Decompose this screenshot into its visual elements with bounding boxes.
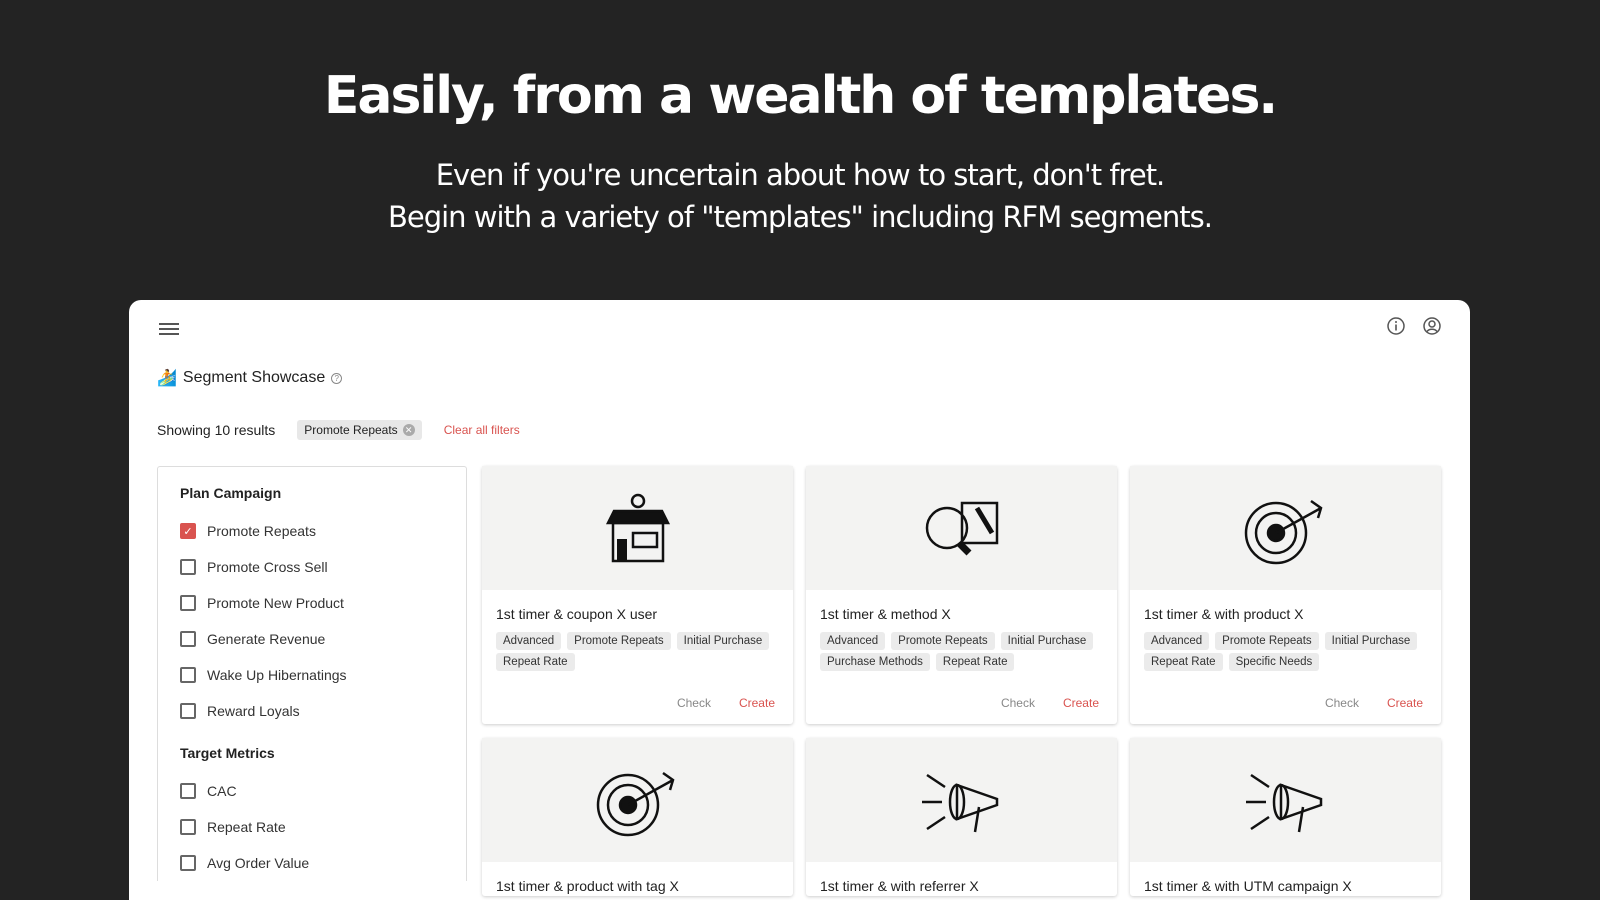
card-tags: Advanced Promote Repeats Initial Purchase R… (1130, 622, 1441, 671)
checkbox[interactable] (180, 631, 196, 647)
check-button[interactable]: Check (1325, 696, 1359, 710)
app-window: 🏄 Segment Showcase ? Showing 10 results … (129, 300, 1470, 900)
card-title: 1st timer & with referrer X (820, 878, 979, 894)
results-count: Showing 10 results (157, 422, 276, 438)
megaphone-icon (1245, 773, 1322, 833)
checkbox[interactable] (180, 819, 196, 835)
target-icon (596, 771, 674, 837)
tag: Repeat Rate (1144, 653, 1223, 671)
hero-title: Easily, from a wealth of templates. (323, 66, 1278, 126)
checkbox[interactable] (180, 667, 196, 683)
create-button[interactable]: Create (739, 696, 775, 710)
hero-subtitle-line1: Even if you're uncertain about how to st… (435, 158, 1166, 192)
filter-group-title: Plan Campaign (180, 485, 282, 501)
page-title: 🏄 Segment Showcase ? (157, 368, 343, 388)
checkbox[interactable] (180, 559, 196, 575)
card-title: 1st timer & with UTM campaign X (1144, 878, 1352, 894)
tag: Advanced (820, 632, 886, 650)
filter-option-label: Wake Up Hibernatings (207, 667, 347, 683)
surfer-icon: 🏄 (157, 370, 177, 387)
filter-option[interactable]: ✓ Promote Repeats (180, 513, 444, 549)
template-card[interactable]: 1st timer & with product X Advanced Promot… (1130, 466, 1441, 724)
filter-option-label: CAC (207, 783, 237, 799)
clear-filters-link[interactable]: Clear all filters (444, 423, 520, 437)
hero-subtitle-line2: Begin with a variety of "templates" incl… (387, 200, 1213, 234)
check-button[interactable]: Check (1001, 696, 1035, 710)
close-icon[interactable]: ✕ (402, 424, 415, 436)
filter-option[interactable]: Wake Up Hibernatings (180, 657, 444, 693)
card-title: 1st timer & method X (820, 606, 951, 622)
card-illustration (482, 466, 793, 590)
card-title: 1st timer & with product X (1144, 606, 1304, 622)
template-card[interactable]: 1st timer & coupon X user Advanced Promote… (482, 466, 793, 724)
filter-chip-label: Promote Repeats (304, 423, 398, 437)
check-button[interactable]: Check (677, 696, 711, 710)
filter-option[interactable]: Repeat Rate (180, 809, 444, 845)
filter-bar: Showing 10 results Promote Repeats ✕ Clea… (157, 420, 520, 440)
filter-option[interactable]: Reward Loyals (180, 693, 444, 729)
tag: Purchase Methods (820, 653, 930, 671)
info-icon[interactable] (1386, 316, 1406, 336)
checkbox[interactable] (180, 703, 196, 719)
template-card[interactable]: 1st timer & with UTM campaign X (1130, 738, 1441, 896)
menu-icon[interactable] (159, 320, 179, 336)
card-title: 1st timer & coupon X user (496, 606, 658, 622)
magnifier-boxes-icon (925, 501, 998, 556)
filter-option-label: Promote New Product (207, 595, 344, 611)
tag: Promote Repeats (567, 632, 671, 650)
filter-option[interactable]: CAC (180, 773, 444, 809)
create-button[interactable]: Create (1063, 696, 1099, 710)
card-illustration (1130, 466, 1441, 590)
card-illustration (1130, 738, 1441, 862)
filter-group-title: Target Metrics (180, 745, 275, 761)
tag: Advanced (1144, 632, 1210, 650)
filter-option[interactable]: Promote New Product (180, 585, 444, 621)
tag: Initial Purchase (676, 632, 770, 650)
tag: Repeat Rate (935, 653, 1015, 671)
template-card[interactable]: 1st timer & product with tag X (482, 738, 793, 896)
filter-option-label: Promote Repeats (207, 523, 316, 539)
help-icon[interactable]: ? (331, 372, 343, 384)
target-icon (1244, 499, 1322, 565)
card-illustration (806, 466, 1117, 590)
tag: Initial Purchase (1000, 632, 1094, 650)
tag: Specific Needs (1228, 653, 1320, 671)
tag: Promote Repeats (891, 632, 995, 650)
checkbox[interactable]: ✓ (180, 523, 196, 539)
filter-option[interactable]: Avg Order Value (180, 845, 444, 881)
template-card[interactable]: 1st timer & method X Advanced Promote Repe… (806, 466, 1117, 724)
hero-subtitle: Even if you're uncertain about how to st… (0, 154, 1600, 238)
filter-option-label: Generate Revenue (207, 631, 326, 647)
filter-sidebar: Plan Campaign ✓ Promote Repeats Promote Cro… (157, 466, 467, 881)
card-tags: Advanced Promote Repeats Initial Purchase P… (806, 622, 1117, 671)
checkbox[interactable] (180, 855, 196, 871)
filter-option[interactable]: Promote Cross Sell (180, 549, 444, 585)
checkbox[interactable] (180, 595, 196, 611)
tag: Repeat Rate (496, 653, 575, 671)
filter-chip[interactable]: Promote Repeats ✕ (297, 420, 422, 440)
card-illustration (806, 738, 1117, 862)
filter-option-label: Avg Order Value (207, 855, 310, 871)
checkbox[interactable] (180, 783, 196, 799)
template-grid: 1st timer & coupon X user Advanced Promote… (482, 466, 1441, 896)
card-title: 1st timer & product with tag X (496, 878, 679, 894)
template-card[interactable]: 1st timer & with referrer X (806, 738, 1117, 896)
tag: Promote Repeats (1215, 632, 1319, 650)
create-button[interactable]: Create (1387, 696, 1423, 710)
tag: Advanced (496, 632, 562, 650)
tag: Initial Purchase (1324, 632, 1418, 650)
store-icon (605, 493, 670, 563)
filter-option-label: Promote Cross Sell (207, 559, 328, 575)
page-title-text: Segment Showcase (182, 369, 326, 386)
account-icon[interactable] (1422, 316, 1442, 336)
megaphone-icon (921, 773, 998, 833)
card-illustration (482, 738, 793, 862)
filter-option-label: Repeat Rate (207, 819, 286, 835)
filter-option[interactable]: Generate Revenue (180, 621, 444, 657)
filter-option-label: Reward Loyals (207, 703, 300, 719)
card-tags: Advanced Promote Repeats Initial Purchase R… (482, 622, 793, 671)
